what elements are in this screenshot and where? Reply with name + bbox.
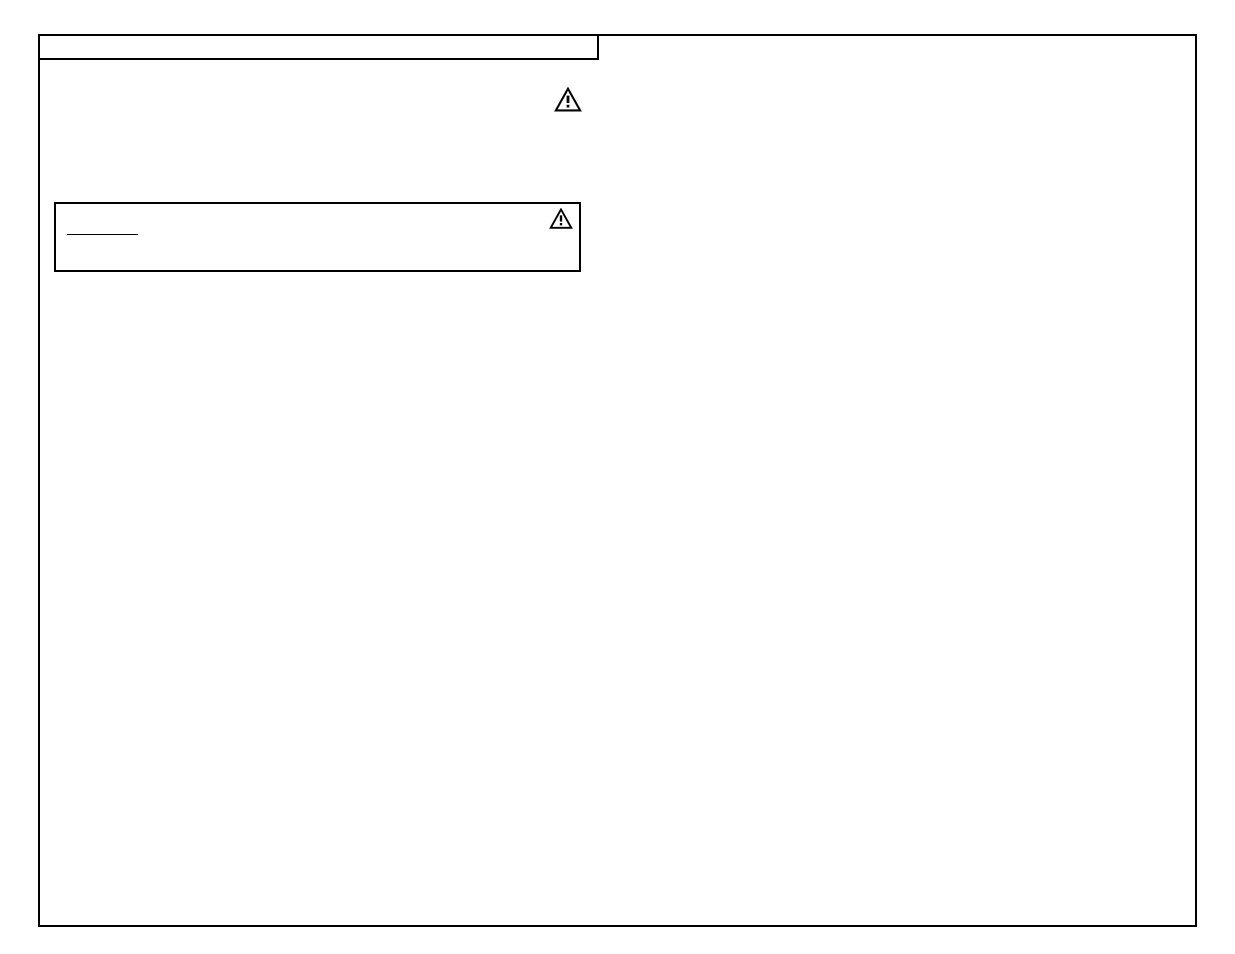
caution-box xyxy=(54,202,581,272)
warning-triangle-icon xyxy=(549,208,573,230)
header-tab-box xyxy=(38,34,599,60)
warning-triangle-icon xyxy=(554,87,582,113)
page-frame xyxy=(38,34,1197,927)
caution-label-underline xyxy=(67,234,138,235)
